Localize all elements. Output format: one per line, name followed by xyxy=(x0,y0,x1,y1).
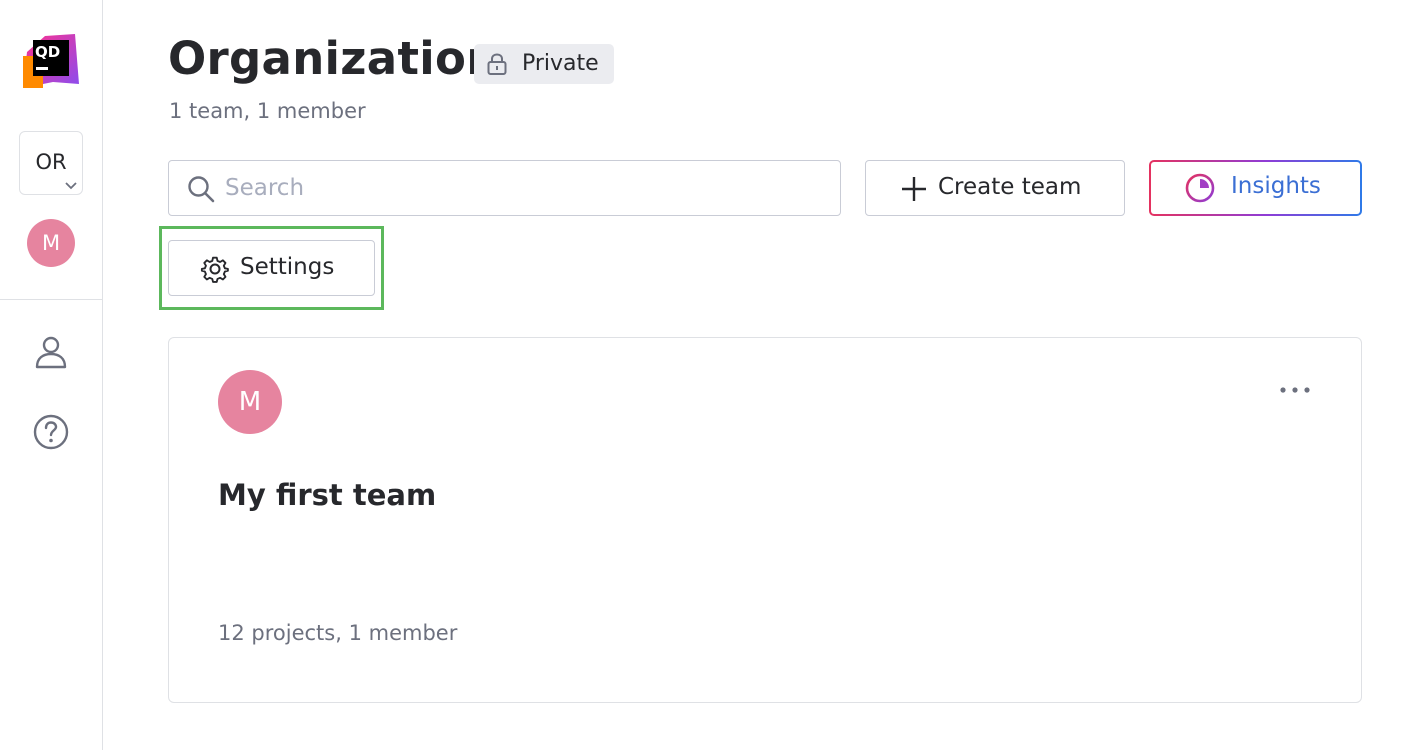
insights-button-inner: Insights xyxy=(1151,162,1360,214)
settings-button[interactable]: Settings xyxy=(168,240,375,296)
team-avatar: M xyxy=(218,370,282,434)
search-input[interactable] xyxy=(225,171,825,205)
privacy-badge-label: Private xyxy=(522,51,599,76)
user-avatar[interactable]: M xyxy=(27,219,75,267)
search-icon xyxy=(188,176,215,203)
org-switcher-label: OR xyxy=(35,150,67,174)
insights-button[interactable]: Insights xyxy=(1149,160,1362,216)
gear-icon xyxy=(200,256,229,283)
plus-icon xyxy=(902,177,926,201)
team-card[interactable]: M My first team 12 projects, 1 member xyxy=(168,337,1362,703)
page-subtitle: 1 team, 1 member xyxy=(169,99,366,123)
privacy-badge: Private xyxy=(474,44,614,84)
more-options-icon[interactable] xyxy=(1275,378,1315,402)
qodana-logo[interactable]: QD xyxy=(23,32,79,88)
team-name: My first team xyxy=(218,478,437,512)
chevron-down-icon xyxy=(65,182,77,190)
help-icon[interactable] xyxy=(31,412,71,452)
sidebar: QD OR M xyxy=(0,0,103,750)
logo-text: QD xyxy=(35,43,60,61)
pie-chart-icon xyxy=(1185,173,1215,203)
search-field[interactable] xyxy=(168,160,841,216)
profile-icon[interactable] xyxy=(31,332,71,372)
organization-switcher[interactable]: OR xyxy=(19,131,83,195)
create-team-button[interactable]: Create team xyxy=(865,160,1125,216)
insights-label: Insights xyxy=(1231,173,1321,199)
lock-icon xyxy=(487,53,507,75)
settings-label: Settings xyxy=(240,254,335,280)
page-title: Organization xyxy=(168,32,499,85)
sidebar-divider xyxy=(0,299,103,300)
team-meta: 12 projects, 1 member xyxy=(218,621,458,645)
create-team-label: Create team xyxy=(938,174,1082,200)
